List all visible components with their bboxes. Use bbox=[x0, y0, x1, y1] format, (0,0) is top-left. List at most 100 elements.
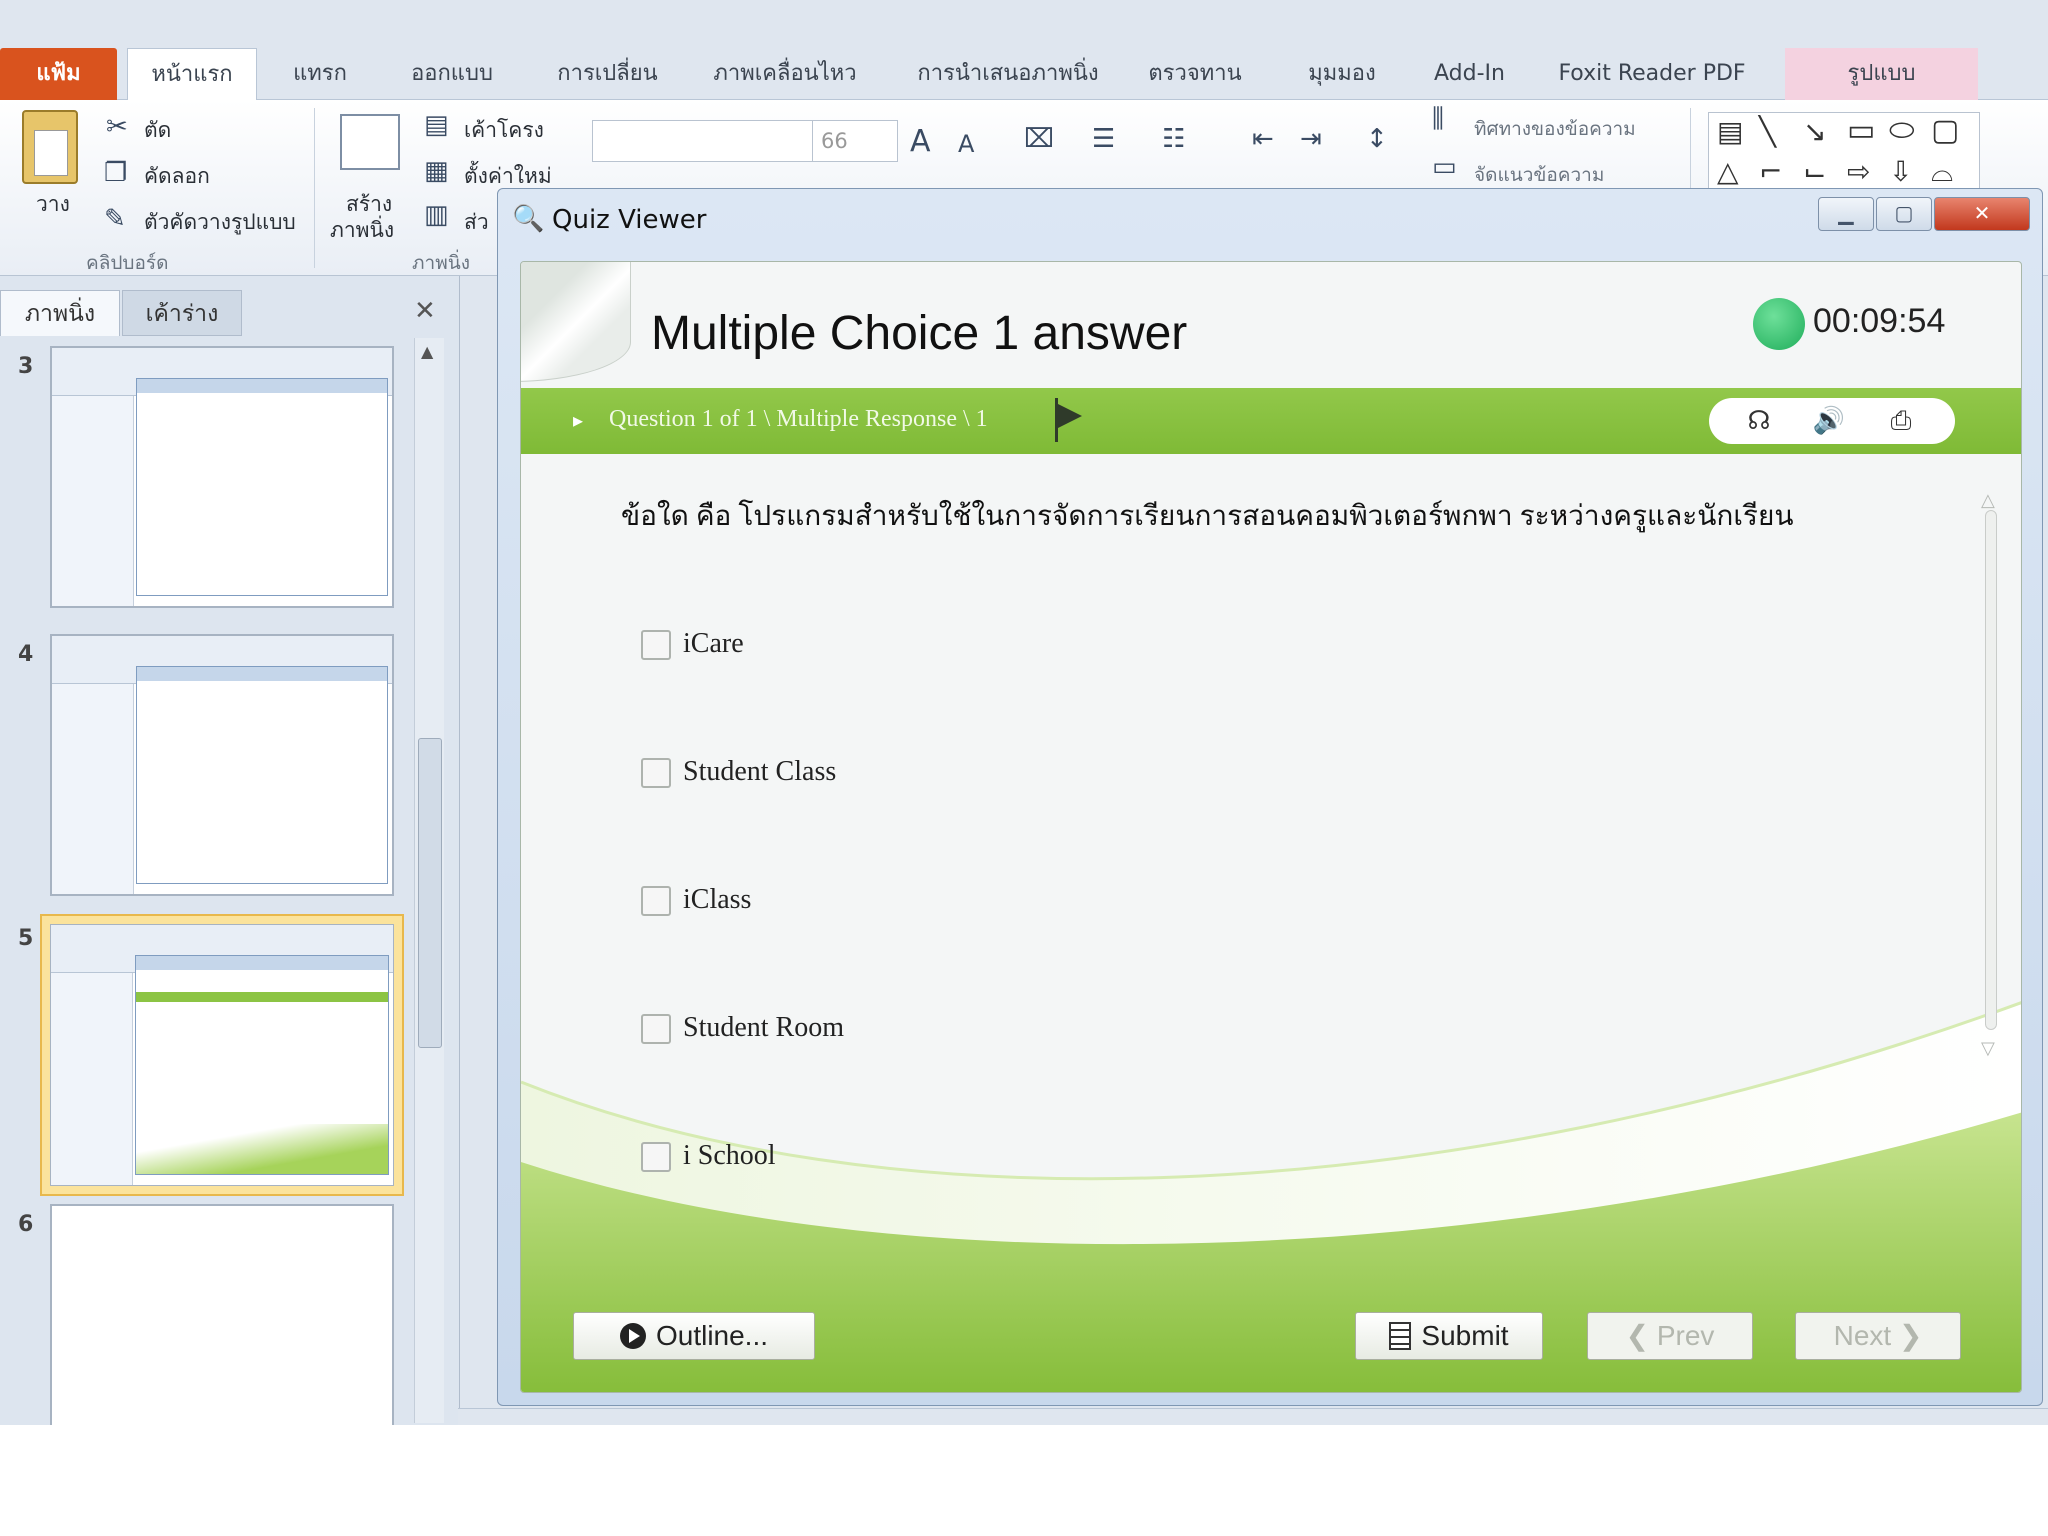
thumb-titlebar bbox=[136, 956, 388, 970]
answer-checkbox[interactable] bbox=[641, 630, 671, 660]
timer: 00:09:54 bbox=[1813, 302, 1946, 340]
answer-label[interactable]: Student Class bbox=[683, 756, 836, 788]
quiz-viewer-icon: 🔍 bbox=[512, 204, 545, 234]
sound-icon[interactable]: 🔊 bbox=[1809, 404, 1849, 438]
tab-design[interactable]: ออกแบบ bbox=[392, 48, 512, 100]
clear-format-icon[interactable]: ⌧ bbox=[1024, 124, 1054, 154]
answer-label[interactable]: iClass bbox=[683, 884, 751, 916]
print-icon[interactable]: ⎙ bbox=[1881, 404, 1921, 438]
minimize-button[interactable]: ▁ bbox=[1818, 197, 1874, 231]
reset-icon: ▦ bbox=[424, 156, 449, 186]
answer-label[interactable]: i School bbox=[683, 1140, 776, 1172]
tab-add-in[interactable]: Add-In bbox=[1422, 48, 1517, 100]
tab-insert[interactable]: แทรก bbox=[280, 48, 360, 100]
shape-elbow-icon[interactable]: ⌙ bbox=[1803, 155, 1826, 188]
cut-button[interactable]: ตัด bbox=[144, 114, 171, 147]
tab-view[interactable]: มุมมอง bbox=[1292, 48, 1392, 100]
tab-foxit-reader-pdf[interactable]: Foxit Reader PDF bbox=[1552, 48, 1752, 100]
group-separator bbox=[314, 108, 315, 268]
shape-textbox-icon[interactable]: ▤ bbox=[1717, 115, 1743, 148]
timer-icon bbox=[1753, 298, 1805, 350]
new-slide-label-2[interactable]: ภาพนิ่ง bbox=[330, 214, 394, 247]
shrink-font-icon[interactable]: A bbox=[958, 130, 974, 158]
shape-freeform-icon[interactable]: ⌓ bbox=[1931, 155, 1953, 189]
font-size-value: 66 bbox=[821, 129, 848, 153]
answer-label[interactable]: iCare bbox=[683, 628, 744, 660]
shape-connector-icon[interactable]: ⌐ bbox=[1759, 155, 1782, 188]
tab-home[interactable]: หน้าแรก bbox=[127, 48, 257, 101]
flag-icon[interactable] bbox=[1053, 398, 1087, 442]
answer-checkbox[interactable] bbox=[641, 886, 671, 916]
answer-label[interactable]: Student Room bbox=[683, 1012, 844, 1044]
tab-slides[interactable]: ภาพนิ่ง bbox=[0, 290, 120, 336]
scroll-up-icon[interactable]: △ bbox=[1981, 490, 1995, 511]
tab-transitions[interactable]: การเปลี่ยน bbox=[540, 48, 675, 100]
shape-rectangle-icon[interactable]: ▭ bbox=[1847, 113, 1875, 148]
maximize-button[interactable]: ▢ bbox=[1876, 197, 1932, 231]
bullets-icon[interactable]: ☰ bbox=[1092, 124, 1115, 154]
tab-slideshow[interactable]: การนำเสนอภาพนิ่ง bbox=[908, 48, 1108, 100]
tab-animations[interactable]: ภาพเคลื่อนไหว bbox=[705, 48, 865, 100]
thumb-window bbox=[135, 955, 389, 1175]
status-bar bbox=[458, 1408, 2048, 1425]
slide-number: 6 bbox=[18, 1212, 34, 1237]
shape-line-icon[interactable]: ╲ bbox=[1759, 115, 1776, 148]
close-icon[interactable]: ✕ bbox=[414, 296, 436, 326]
grow-font-icon[interactable]: A bbox=[910, 124, 931, 159]
decrease-indent-icon[interactable]: ⇤ bbox=[1252, 124, 1274, 154]
line-spacing-icon[interactable]: ↕ bbox=[1366, 124, 1388, 154]
shape-rounded-rect-icon[interactable]: ▢ bbox=[1931, 113, 1959, 148]
answer-checkbox[interactable] bbox=[641, 1014, 671, 1044]
slide-thumbnail-3[interactable] bbox=[50, 346, 394, 608]
thumb-slide bbox=[50, 924, 394, 1186]
layout-button[interactable]: เค้าโครง bbox=[464, 114, 544, 147]
font-size-select[interactable]: 66 bbox=[812, 120, 898, 162]
next-button[interactable]: Next ❯ bbox=[1795, 1312, 1961, 1360]
prev-button[interactable]: ❮ Prev bbox=[1587, 1312, 1753, 1360]
slide-thumbnail-5-selected[interactable] bbox=[40, 914, 404, 1196]
copy-icon: ❐ bbox=[104, 158, 128, 188]
numbering-icon[interactable]: ☷ bbox=[1162, 124, 1185, 154]
slide-number: 4 bbox=[18, 642, 34, 667]
answer-checkbox[interactable] bbox=[641, 1142, 671, 1172]
section-icon: ▥ bbox=[424, 200, 449, 230]
slide-thumbnail-4[interactable] bbox=[50, 634, 394, 896]
font-name-select[interactable] bbox=[592, 120, 815, 162]
copy-button[interactable]: คัดลอก bbox=[144, 160, 210, 193]
scroll-up-icon[interactable]: ▲ bbox=[421, 342, 433, 361]
outline-button[interactable]: Outline... bbox=[573, 1312, 815, 1360]
flag-cloth bbox=[1058, 404, 1082, 428]
section-button[interactable]: ส่ว bbox=[464, 206, 489, 239]
tab-file[interactable]: แฟ้ม bbox=[0, 48, 117, 100]
shape-right-arrow-icon[interactable]: ⇨ bbox=[1847, 155, 1870, 188]
paste-icon[interactable] bbox=[22, 110, 78, 184]
slide-number: 3 bbox=[18, 354, 34, 379]
align-text-button[interactable]: จัดแนวข้อความ bbox=[1474, 160, 1604, 190]
submit-button[interactable]: Submit bbox=[1355, 1312, 1543, 1360]
shape-arrow-line-icon[interactable]: ↘ bbox=[1803, 115, 1826, 148]
shapes-gallery[interactable]: ▤ ╲ ↘ ▭ ⬭ ▢ △ ⌐ ⌙ ⇨ ⇩ ⌓ bbox=[1708, 112, 1980, 196]
pane-scrollbar[interactable]: ▲ bbox=[414, 338, 444, 1423]
new-slide-icon[interactable] bbox=[340, 114, 400, 170]
shape-down-arrow-icon[interactable]: ⇩ bbox=[1889, 155, 1912, 188]
question-scrollbar[interactable]: △ ▽ bbox=[1979, 490, 2003, 1060]
text-direction-button[interactable]: ทิศทางของข้อความ bbox=[1474, 114, 1636, 144]
tab-outline[interactable]: เค้าร่าง bbox=[122, 290, 242, 336]
slide-thumbnail-6[interactable] bbox=[50, 1204, 394, 1425]
hint-icon[interactable]: ☊ bbox=[1739, 404, 1779, 438]
pane-tabs: ภาพนิ่ง เค้าร่าง ✕ bbox=[0, 290, 450, 336]
align-text-icon: ▭ bbox=[1432, 152, 1457, 182]
close-window-button[interactable]: ✕ bbox=[1934, 197, 2030, 231]
increase-indent-icon[interactable]: ⇥ bbox=[1300, 124, 1322, 154]
scrollbar-track[interactable] bbox=[1985, 510, 1997, 1030]
shape-triangle-icon[interactable]: △ bbox=[1717, 155, 1739, 188]
shape-oval-icon[interactable]: ⬭ bbox=[1889, 113, 1915, 148]
format-painter-button[interactable]: ตัวคัดวางรูปแบบ bbox=[144, 206, 296, 239]
scrollbar-thumb[interactable] bbox=[418, 738, 442, 1048]
tab-format[interactable]: รูปแบบ bbox=[1785, 48, 1978, 100]
tab-review[interactable]: ตรวจทาน bbox=[1140, 48, 1250, 100]
answer-checkbox[interactable] bbox=[641, 758, 671, 788]
paste-button[interactable]: วาง bbox=[36, 188, 70, 221]
slides-group-label: ภาพนิ่ง bbox=[412, 252, 470, 274]
scroll-down-icon[interactable]: ▽ bbox=[1981, 1038, 1995, 1059]
